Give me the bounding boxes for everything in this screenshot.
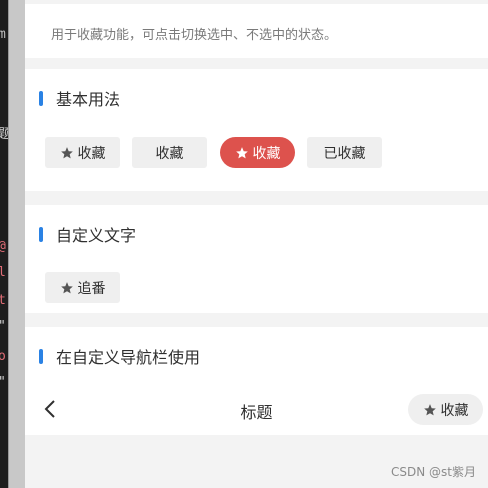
section-accent-bar bbox=[39, 348, 43, 364]
favorite-button-selected[interactable]: 收藏 bbox=[220, 137, 295, 168]
section-custom-navbar: 在自定义导航栏使用 标题 收藏 bbox=[25, 327, 488, 435]
star-icon bbox=[423, 403, 437, 417]
watermark: CSDN @st紫月 bbox=[391, 465, 476, 479]
section-title-label: 自定义文字 bbox=[56, 226, 137, 245]
star-icon bbox=[60, 146, 74, 160]
section-basic-usage: 基本用法 收藏 收藏 收藏 已收藏 bbox=[25, 69, 488, 191]
section-accent-bar bbox=[39, 226, 43, 242]
favorite-button-with-star[interactable]: 收藏 bbox=[45, 137, 120, 168]
code-editor-strip: m 题 @ l t " o " bbox=[0, 0, 8, 488]
navbar-favorite-button[interactable]: 收藏 bbox=[408, 394, 483, 425]
section-title: 基本用法 bbox=[39, 88, 121, 109]
button-label: 收藏 bbox=[155, 145, 184, 162]
section-title-label: 在自定义导航栏使用 bbox=[56, 348, 201, 367]
section-title: 自定义文字 bbox=[39, 224, 137, 245]
demo-page: 用于收藏功能，可点击切换选中、不选中的状态。 基本用法 收藏 收藏 收藏 已收藏 bbox=[25, 0, 488, 488]
button-label: 收藏 bbox=[440, 402, 469, 419]
description-card: 用于收藏功能，可点击切换选中、不选中的状态。 bbox=[25, 4, 488, 58]
section-title-label: 基本用法 bbox=[56, 90, 121, 109]
button-label: 收藏 bbox=[252, 145, 281, 162]
section-custom-text: 自定义文字 追番 bbox=[25, 205, 488, 313]
section-accent-bar bbox=[39, 90, 43, 106]
follow-anime-button[interactable]: 追番 bbox=[45, 272, 120, 303]
button-label: 追番 bbox=[77, 280, 106, 297]
button-label: 收藏 bbox=[77, 145, 106, 162]
star-icon bbox=[60, 281, 74, 295]
description-text: 用于收藏功能，可点击切换选中、不选中的状态。 bbox=[51, 28, 338, 43]
star-icon bbox=[235, 146, 249, 160]
favorite-button-no-icon[interactable]: 收藏 bbox=[132, 137, 207, 168]
custom-navbar: 标题 收藏 bbox=[25, 387, 488, 431]
section-title: 在自定义导航栏使用 bbox=[39, 346, 201, 367]
button-label: 已收藏 bbox=[323, 145, 366, 162]
scrollbar-gutter[interactable] bbox=[8, 0, 25, 488]
favorited-button[interactable]: 已收藏 bbox=[307, 137, 382, 168]
